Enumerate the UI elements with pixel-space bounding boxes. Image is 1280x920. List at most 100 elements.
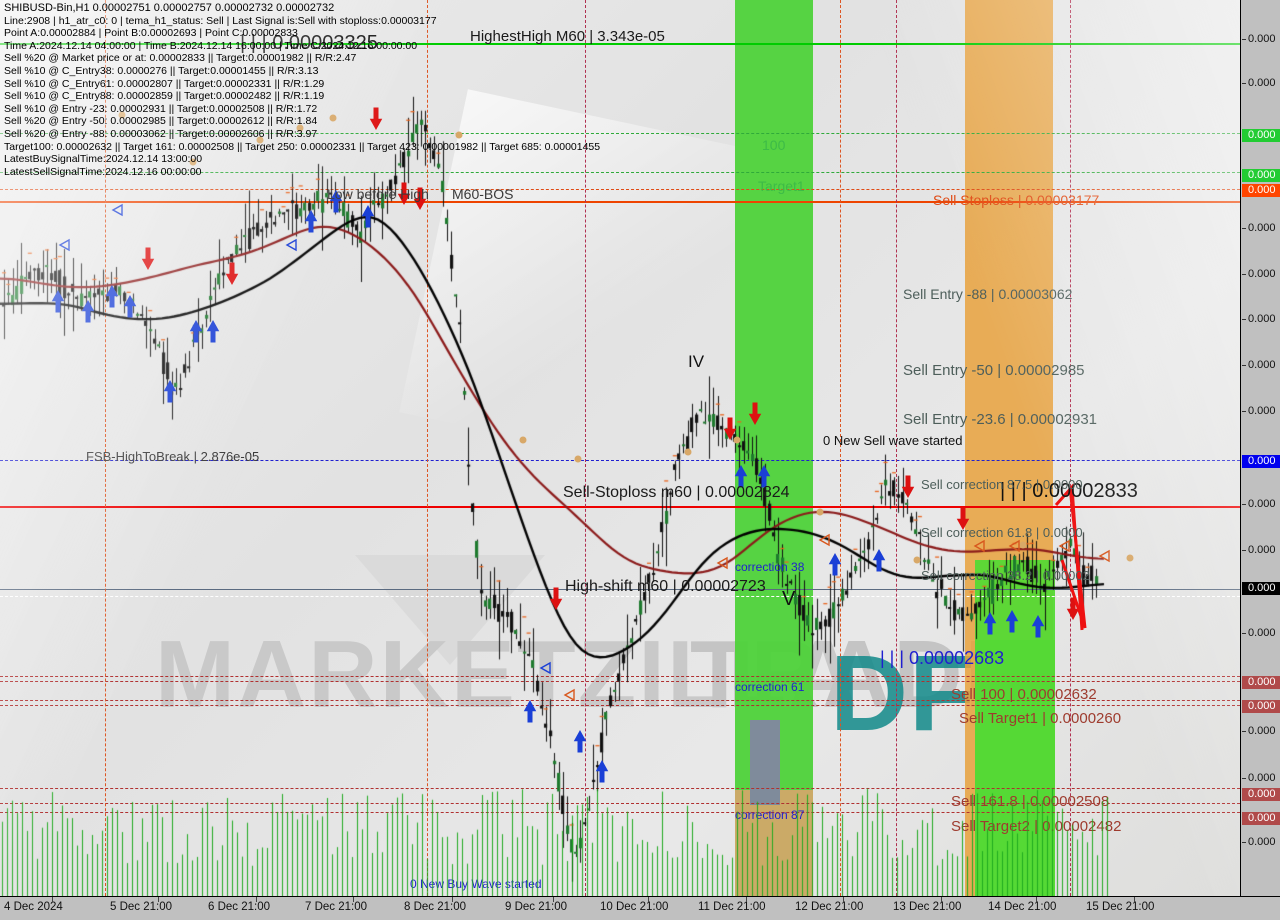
buy-arrow-11 bbox=[573, 730, 587, 753]
time-tick-mark bbox=[256, 897, 257, 902]
price-tick-label: 0.000 bbox=[1248, 772, 1276, 784]
price-tick: 0.000 bbox=[1241, 772, 1280, 784]
info-line-1: Line:2908 | h1_atr_c0: 0 | tema_h1_statu… bbox=[4, 14, 437, 27]
info-line-9: Sell %20 @ Entry -50: 0.00002985 || Targ… bbox=[4, 115, 318, 128]
price-tag-7: 0.000 bbox=[1242, 788, 1280, 801]
annotation-sell-stoploss: Sell Stoploss | 0.00003177 bbox=[933, 192, 1100, 208]
price-tag-2: 0.000 bbox=[1242, 184, 1280, 197]
volume-histogram-canvas bbox=[0, 786, 1240, 896]
buy-arrow-12 bbox=[595, 760, 609, 783]
price-tick: 0.000 bbox=[1241, 33, 1280, 45]
annotation-high-shift-m60: High-shift m60 | 0.00002723 bbox=[565, 578, 766, 595]
time-tick-mark bbox=[158, 897, 159, 902]
flag-marker-2 bbox=[285, 238, 297, 252]
buy-arrow-15 bbox=[828, 553, 842, 576]
signal-dot-8 bbox=[684, 448, 692, 456]
time-tick-label: 11 Dec 21:00 bbox=[698, 901, 766, 913]
price-tick-label: 0.000 bbox=[1248, 725, 1276, 737]
time-tick-mark bbox=[1036, 897, 1037, 902]
buy-arrow-2 bbox=[105, 285, 119, 308]
info-line-8: Sell %10 @ Entry -23: 0.00002931 || Targ… bbox=[4, 102, 318, 115]
annotation-sell-entry-236: Sell Entry -23.6 | 0.00002931 bbox=[903, 411, 1098, 428]
buy-arrow-16 bbox=[872, 549, 886, 572]
time-tick-label: 14 Dec 21:00 bbox=[988, 901, 1057, 913]
signal-dot-10 bbox=[816, 508, 824, 516]
time-tick-mark bbox=[1134, 897, 1135, 902]
chart-plot-area[interactable]: MARKETZILLA TRADE DF HighestHigh M60 | 3… bbox=[0, 0, 1240, 896]
buy-arrow-9 bbox=[361, 205, 375, 228]
info-line-4: Sell %20 @ Market price or at: 0.0000283… bbox=[4, 52, 357, 65]
time-tick-label: 12 Dec 21:00 bbox=[795, 901, 864, 913]
annotation-sell-entry-50: Sell Entry -50 | 0.00002985 bbox=[903, 362, 1085, 379]
buy-arrow-7 bbox=[304, 210, 318, 233]
price-scale[interactable]: 0.000 0.000 0.000 0.000 0.000 0.000 0.000 0.000… bbox=[1240, 0, 1280, 896]
annotation-target-683-price: | | | 0.00002683 bbox=[880, 648, 1005, 668]
price-tick-label: 0.000 bbox=[1248, 836, 1276, 848]
time-tick-label: 4 Dec 2024 bbox=[4, 901, 63, 913]
signal-dot-9 bbox=[733, 436, 741, 444]
buy-arrow-10 bbox=[523, 700, 537, 723]
buy-arrow-5 bbox=[189, 320, 203, 343]
price-tag-1: 0.000 bbox=[1242, 169, 1280, 182]
time-tick-mark bbox=[746, 897, 747, 902]
time-scale[interactable]: 4 Dec 2024 5 Dec 21:00 6 Dec 21:00 7 Dec 21… bbox=[0, 896, 1280, 920]
flag-marker-10 bbox=[1098, 549, 1110, 563]
annotation-sell-entry-88: Sell Entry -88 | 0.00003062 bbox=[903, 286, 1073, 302]
time-tick-mark bbox=[648, 897, 649, 902]
annotation-sell-target1: Sell Target1 | 0.0000260 bbox=[959, 710, 1122, 727]
time-tick-mark bbox=[843, 897, 844, 902]
time-tick-mark bbox=[941, 897, 942, 902]
annotation-sell-100: Sell 100 | 0.00002632 bbox=[951, 686, 1097, 703]
price-tag-6: 0.000 bbox=[1242, 700, 1280, 713]
info-line-6: Sell %10 @ C_Entry61: 0.00002807 || Targ… bbox=[4, 77, 325, 90]
time-tick-label: 15 Dec 21:00 bbox=[1086, 901, 1155, 913]
time-tick-mark bbox=[452, 897, 453, 902]
flag-marker-4 bbox=[563, 688, 575, 702]
price-tick-label: 0.000 bbox=[1248, 544, 1276, 556]
price-tick: 0.000 bbox=[1241, 627, 1280, 639]
volume-histogram bbox=[0, 786, 1240, 896]
info-line-5: Sell %10 @ C_Entry38: 0.0000276 || Targe… bbox=[4, 64, 319, 77]
annotation-m60-bos: M60-BOS bbox=[452, 186, 514, 202]
annotation-sell-stoploss-m60: Sell-Stoploss m60 | 0.00002824 bbox=[563, 484, 790, 501]
price-tag-4: 0.000 bbox=[1242, 582, 1280, 595]
signal-dot-6 bbox=[519, 436, 527, 444]
price-tick: 0.000 bbox=[1241, 268, 1280, 280]
annotation-new-sell-wave: 0 New Sell wave started bbox=[823, 433, 963, 448]
flag-marker-5 bbox=[716, 556, 728, 570]
price-tick-label: 0.000 bbox=[1248, 498, 1276, 510]
signal-dot-11 bbox=[913, 556, 921, 564]
time-tick-label: 7 Dec 21:00 bbox=[305, 901, 368, 913]
price-tag-0: 0.000 bbox=[1242, 129, 1280, 142]
time-tick-mark bbox=[353, 897, 354, 902]
annotation-sell-correction-875: Sell correction 87.5 | 0.0000 bbox=[921, 477, 1083, 492]
price-tag-3: 0.000 bbox=[1242, 455, 1280, 468]
time-tick-label: 13 Dec 21:00 bbox=[893, 901, 962, 913]
price-tick: 0.000 bbox=[1241, 405, 1280, 417]
buy-arrow-17 bbox=[983, 612, 997, 635]
annotation-correction-61: correction 61 bbox=[735, 680, 805, 694]
sell-arrow-8 bbox=[901, 475, 915, 498]
buy-arrow-19 bbox=[1031, 615, 1045, 638]
price-tag-8: 0.000 bbox=[1242, 812, 1280, 825]
annotation-sell-correction-382: Sell correction 38.2 | 0.00002 bbox=[921, 568, 1090, 583]
signal-dot-7 bbox=[574, 455, 582, 463]
price-tick-label: 0.000 bbox=[1248, 77, 1276, 89]
annotation-fsb-high-to-break: FSB-HighToBreak | 2.876e-05 bbox=[86, 449, 260, 464]
buy-arrow-1 bbox=[81, 300, 95, 323]
signal-dot-13 bbox=[1126, 554, 1134, 562]
annotation-marker-v-up: V bbox=[782, 588, 796, 610]
annotation-low-before-high: Low before High bbox=[327, 186, 429, 202]
price-tick-label: 0.000 bbox=[1248, 627, 1276, 639]
sell-arrow-6 bbox=[723, 417, 737, 440]
price-tick-label: 0.000 bbox=[1248, 222, 1276, 234]
sell-arrow-0 bbox=[141, 247, 155, 270]
time-tick-mark bbox=[553, 897, 554, 902]
flag-marker-3 bbox=[539, 661, 551, 675]
price-tick: 0.000 bbox=[1241, 313, 1280, 325]
price-tick: 0.000 bbox=[1241, 725, 1280, 737]
info-line-10: Sell %20 @ Entry -88: 0.00003062 || Targ… bbox=[4, 127, 318, 140]
time-tick-label: 6 Dec 21:00 bbox=[208, 901, 271, 913]
annotation-target-100: 100 bbox=[762, 137, 786, 153]
time-tick-label: 10 Dec 21:00 bbox=[600, 901, 669, 913]
